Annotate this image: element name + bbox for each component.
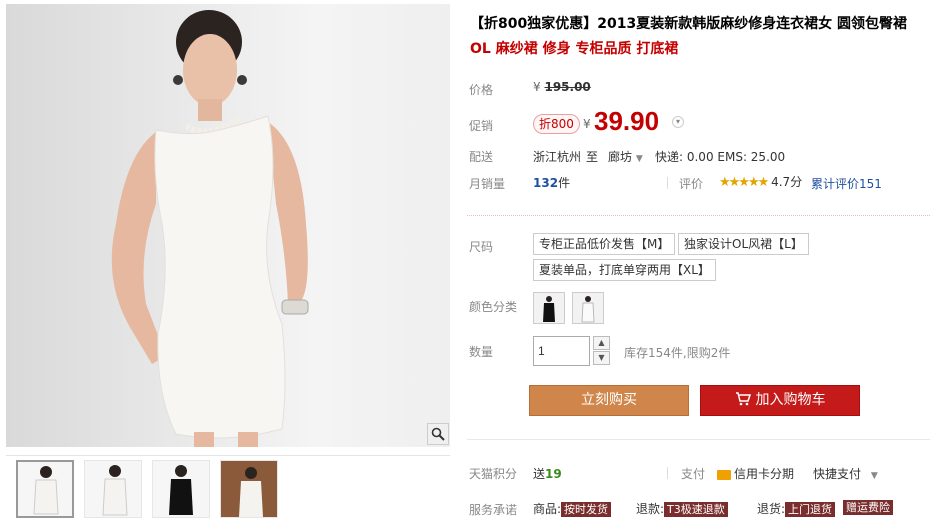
rating-label: 评价 bbox=[679, 177, 704, 191]
thumbnail-1[interactable] bbox=[16, 460, 74, 518]
monthly-sales-label: 月销量 bbox=[469, 177, 506, 191]
quick-pay-label: 快捷支付 bbox=[813, 467, 862, 481]
thumbnail-2[interactable] bbox=[84, 460, 142, 518]
ship-to-city: 廊坊 bbox=[608, 150, 633, 164]
service-goods: 商品: 按时发货 bbox=[533, 500, 612, 517]
promo-price: 39.90 bbox=[594, 106, 660, 136]
product-title: 【折800独家优惠】2013夏装新款韩版麻纱修身连衣裙女 圆领包臀裙 bbox=[470, 16, 908, 32]
color-label: 颜色分类 bbox=[469, 300, 518, 314]
add-to-cart-label: 加入购物车 bbox=[755, 392, 826, 408]
thumbnail-strip bbox=[6, 455, 450, 530]
separator bbox=[667, 177, 668, 189]
monthly-sales-unit: 件 bbox=[558, 176, 571, 190]
main-product-image[interactable] bbox=[6, 4, 450, 447]
size-label: 尺码 bbox=[469, 240, 494, 254]
thumbnail-caret bbox=[40, 460, 50, 462]
freight-insurance-badge: 赠运费险 bbox=[843, 500, 893, 515]
quantity-increment-button[interactable]: ▲ bbox=[593, 336, 610, 350]
quantity-input[interactable]: 1 bbox=[533, 336, 590, 366]
fast-refund-badge: T3极速退款 bbox=[664, 502, 728, 517]
stock-info: 库存154件,限购2件 bbox=[624, 346, 731, 360]
original-price-value: 195.00 bbox=[544, 80, 591, 94]
service-return: 退货: 上门退货 bbox=[757, 500, 836, 517]
color-swatch-black[interactable] bbox=[533, 292, 565, 324]
cart-icon bbox=[735, 392, 751, 406]
price-label: 价格 bbox=[469, 83, 494, 97]
goods-label: 商品: bbox=[533, 502, 562, 516]
ship-to-select[interactable]: 廊坊 ▼ bbox=[608, 148, 643, 165]
tmall-points-label: 天猫积分 bbox=[469, 467, 518, 481]
model-white-dress-image bbox=[111, 10, 309, 447]
color-swatch-white[interactable] bbox=[572, 292, 604, 324]
points-value: 19 bbox=[545, 467, 562, 481]
return-label: 退货: bbox=[757, 502, 786, 516]
monthly-sales-count: 132 bbox=[533, 176, 559, 190]
quantity-decrement-button[interactable]: ▼ bbox=[593, 351, 610, 365]
promo-badge[interactable]: 折800 bbox=[533, 114, 580, 134]
size-option-xl[interactable]: 夏装单品，打底单穿两用【XL】 bbox=[533, 259, 716, 281]
caret-down-icon: ▼ bbox=[635, 154, 643, 164]
promo-label: 促销 bbox=[469, 119, 494, 133]
section-divider bbox=[467, 215, 930, 216]
shipping-label: 配送 bbox=[469, 150, 494, 164]
quick-pay[interactable]: 快捷支付 ▼ bbox=[813, 465, 878, 482]
chevron-down-icon[interactable]: ▾ bbox=[672, 116, 684, 128]
ship-to-word: 至 bbox=[586, 150, 599, 164]
monthly-sales: 132件 bbox=[533, 174, 570, 191]
product-subtitle: OL 麻纱裙 修身 专柜品质 打底裙 bbox=[470, 41, 679, 57]
buy-now-button[interactable]: 立刻购买 bbox=[529, 385, 689, 416]
credit-card-icon bbox=[717, 469, 731, 480]
thumbnail-3[interactable] bbox=[152, 460, 210, 518]
rating-stars: ★★★★★ 4.7分 bbox=[719, 173, 802, 190]
credit-installment-label: 信用卡分期 bbox=[734, 467, 795, 481]
points-send: 送 bbox=[533, 467, 546, 481]
original-price: ¥ 195.00 bbox=[533, 80, 591, 94]
service-refund: 退款: T3极速退款 bbox=[636, 500, 728, 517]
points-info: 送19 bbox=[533, 465, 562, 482]
promo-currency: ¥ bbox=[583, 117, 591, 131]
shipping-fees: 快递: 0.00 EMS: 25.00 bbox=[655, 150, 786, 164]
caret-down-icon: ▼ bbox=[870, 471, 878, 481]
freight-insurance: 赠运费险 bbox=[843, 500, 893, 515]
zoom-button[interactable] bbox=[427, 423, 449, 445]
section-divider-2 bbox=[467, 439, 930, 440]
credit-installment[interactable]: 信用卡分期 bbox=[717, 465, 794, 482]
magnifier-icon bbox=[431, 427, 445, 441]
service-label: 服务承诺 bbox=[469, 503, 518, 517]
ship-from: 浙江杭州 bbox=[533, 150, 582, 164]
quantity-label: 数量 bbox=[469, 345, 494, 359]
pay-label: 支付 bbox=[681, 467, 706, 481]
currency-symbol: ¥ bbox=[533, 80, 541, 94]
door-return-badge: 上门退货 bbox=[785, 502, 836, 517]
reviews-link[interactable]: 累计评价151 bbox=[811, 175, 882, 192]
size-option-l[interactable]: 独家设计OL风裙【L】 bbox=[678, 233, 809, 255]
separator bbox=[667, 467, 668, 479]
rating-score: 4.7分 bbox=[771, 175, 803, 189]
thumbnail-4[interactable] bbox=[220, 460, 278, 518]
star-icons: ★★★★★ bbox=[719, 175, 769, 190]
add-to-cart-button[interactable]: 加入购物车 bbox=[700, 385, 860, 416]
on-time-delivery-badge: 按时发货 bbox=[561, 502, 612, 517]
refund-label: 退款: bbox=[636, 502, 665, 516]
size-option-m[interactable]: 专柜正品低价发售【M】 bbox=[533, 233, 676, 255]
